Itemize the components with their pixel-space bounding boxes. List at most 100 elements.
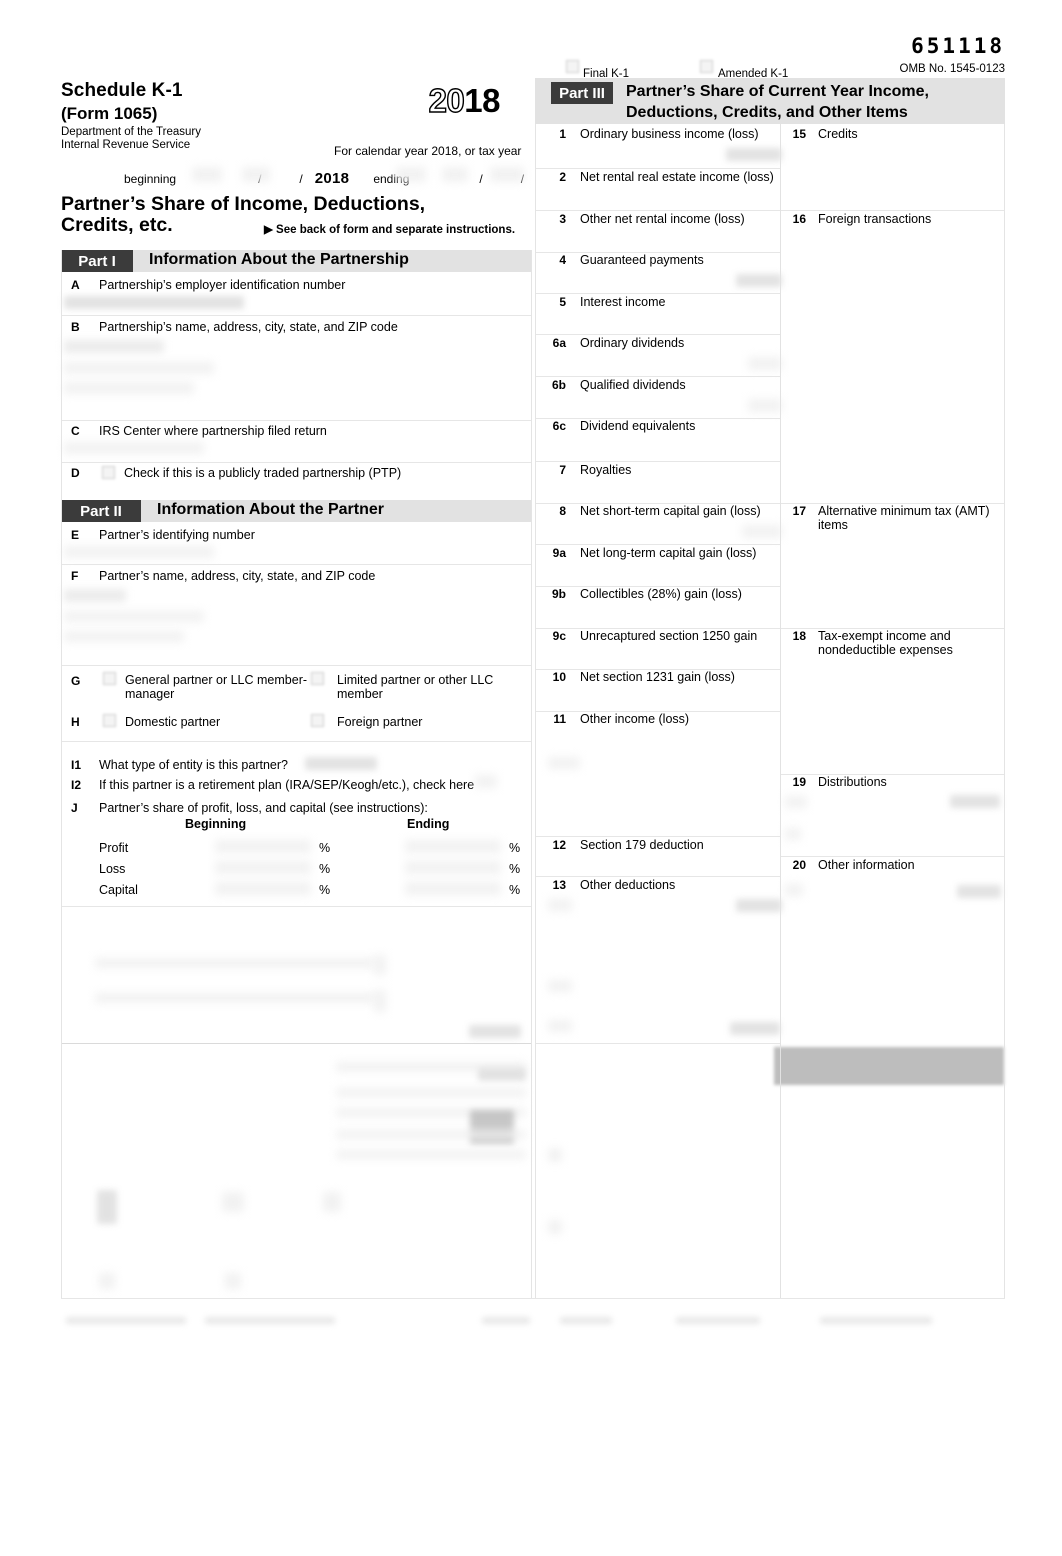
part3-item-19-label: Distributions — [818, 775, 887, 789]
j-loss-beginning-percent: % — [319, 862, 331, 876]
form-page: 651118 OMB No. 1545-0123 Schedule K-1 (F… — [0, 0, 1062, 1556]
part3-item-7-number: 7 — [559, 463, 566, 477]
part3-title: Partner’s Share of Current Year Income, … — [626, 81, 929, 123]
field-b-value-line-2[interactable] — [64, 362, 214, 374]
j-profit-beginning-percent: % — [319, 841, 331, 855]
part3-item-1-value[interactable] — [726, 148, 782, 161]
part3-item-19-value[interactable] — [950, 795, 1000, 808]
part3-item-11-code[interactable] — [548, 757, 580, 769]
field-j-letter: J — [71, 801, 78, 815]
part3-item-2-label: Net rental real estate income (loss) — [580, 170, 774, 184]
field-e-label: Partner’s identifying number — [99, 528, 255, 542]
part3-item-10-label: Net section 1231 gain (loss) — [580, 670, 735, 684]
field-f-value-line-1[interactable] — [64, 589, 126, 602]
part3-item-13-value-2[interactable] — [730, 1022, 780, 1035]
lower-left-redacted-row-7 — [336, 1150, 526, 1159]
field-f-label: Partner’s name, address, city, state, an… — [99, 569, 376, 583]
part3-item-20-label: Other information — [818, 858, 915, 872]
part3-item-19-code-2[interactable] — [785, 828, 801, 840]
ending-day-input[interactable] — [442, 167, 468, 182]
lower-left-redacted-row-1 — [95, 958, 375, 968]
beginning-month-input[interactable] — [192, 167, 222, 182]
part2-chip: Part II — [61, 500, 141, 522]
part3-item-9a-label: Net long-term capital gain (loss) — [580, 546, 757, 560]
part3-item-17-label: Alternative minimum tax (AMT) items — [818, 504, 990, 532]
field-i1-label: What type of entity is this partner? — [99, 758, 288, 772]
lower-left-redacted-amount-2 — [478, 1068, 526, 1081]
part3-item-4-number: 4 — [559, 253, 566, 267]
field-f-value-line-3[interactable] — [64, 631, 184, 642]
part3-item-6a-value[interactable] — [748, 357, 782, 370]
part3-lower-left-redact-2 — [548, 1220, 562, 1234]
part3-item-13-code-3[interactable] — [548, 1020, 572, 1032]
field-g-limited-partner-checkbox[interactable] — [311, 672, 324, 685]
j-capital-ending-percent: % — [509, 883, 521, 897]
field-b-value-line-3[interactable] — [64, 382, 194, 394]
lower-left-redacted-mark-5 — [323, 1192, 341, 1212]
footer-smudge-6 — [820, 1317, 932, 1324]
j-profit-beginning-value[interactable] — [215, 840, 311, 853]
part3-item-6b-value[interactable] — [748, 399, 782, 412]
part3-item-13-value[interactable] — [736, 899, 782, 912]
j-profit-ending-value[interactable] — [405, 840, 501, 853]
footer-smudge-3 — [482, 1317, 530, 1324]
lower-left-redacted-row-2 — [95, 993, 375, 1003]
j-loss-ending-percent: % — [509, 862, 521, 876]
final-k1-checkbox[interactable] — [566, 60, 579, 73]
see-back-note: ▶ See back of form and separate instruct… — [264, 224, 516, 236]
field-a-letter: A — [71, 278, 80, 292]
part3-title-line-1: Partner’s Share of Current Year Income, — [626, 83, 929, 100]
footer-smudge-1 — [66, 1317, 186, 1324]
omb-number: OMB No. 1545-0123 — [899, 63, 1005, 75]
field-f-value-line-2[interactable] — [64, 611, 204, 622]
part3-item-11-label: Other income (loss) — [580, 712, 690, 726]
part3-item-8-value[interactable] — [742, 525, 782, 538]
field-h-foreign-partner-checkbox[interactable] — [311, 714, 324, 727]
field-i1-value[interactable] — [305, 757, 377, 770]
lower-left-redacted-mark-2 — [374, 990, 386, 1012]
part3-item-19-code[interactable] — [785, 796, 807, 808]
lower-left-redacted-mark-6 — [99, 1273, 115, 1289]
ending-year-input[interactable] — [490, 167, 524, 182]
part3-chip: Part III — [551, 82, 613, 104]
field-b-value-line-1[interactable] — [64, 340, 164, 353]
part3-item-15-number: 15 — [792, 127, 806, 141]
part3-item-6c-number: 6c — [552, 419, 566, 433]
amended-k1-checkbox[interactable] — [700, 60, 713, 73]
field-d-ptp-checkbox[interactable] — [102, 466, 115, 479]
part3-item-13-code-2[interactable] — [548, 980, 572, 992]
part3-left-border — [535, 124, 536, 1299]
part1-chip: Part I — [61, 250, 133, 272]
agency-name: Department of the Treasury Internal Reve… — [61, 126, 201, 151]
field-h-domestic-partner-label: Domestic partner — [125, 715, 221, 729]
field-a-value[interactable] — [64, 296, 244, 309]
part3-lower-left-redact-1 — [548, 1148, 562, 1162]
part2-bar: Part II Information About the Partner — [61, 500, 531, 522]
field-c-value[interactable] — [64, 442, 204, 454]
j-loss-beginning-value[interactable] — [215, 861, 311, 874]
part3-item-19-number: 19 — [792, 775, 806, 789]
part3-item-4-value[interactable] — [736, 274, 782, 287]
left-panel-left-border — [61, 250, 62, 1299]
j-capital-ending-value[interactable] — [405, 882, 501, 895]
part3-item-5-number: 5 — [559, 295, 566, 309]
field-e-value[interactable] — [64, 546, 214, 558]
part3-item-13-code[interactable] — [548, 899, 572, 911]
part3-item-20-value[interactable] — [957, 885, 1001, 898]
tax-year-badge: 2018 — [428, 81, 501, 120]
j-capital-beginning-value[interactable] — [215, 882, 311, 895]
part3-item-8-label: Net short-term capital gain (loss) — [580, 504, 761, 518]
j-column-beginning: Beginning — [185, 817, 247, 831]
part3-item-13-number: 13 — [552, 878, 566, 892]
field-h-domestic-partner-checkbox[interactable] — [103, 714, 116, 727]
field-b-label: Partnership’s name, address, city, state… — [99, 320, 398, 334]
field-i2-checkbox[interactable] — [475, 775, 497, 788]
field-g-general-partner-checkbox[interactable] — [103, 672, 116, 685]
part3-item-20-code[interactable] — [785, 884, 803, 896]
j-loss-ending-value[interactable] — [405, 861, 501, 874]
field-i2-letter: I2 — [71, 778, 82, 792]
beginning-day-input[interactable] — [242, 167, 270, 182]
field-j-label: Partner’s share of profit, loss, and cap… — [99, 801, 428, 815]
field-i2-label: If this partner is a retirement plan (IR… — [99, 778, 475, 792]
ending-month-input[interactable] — [396, 167, 426, 182]
